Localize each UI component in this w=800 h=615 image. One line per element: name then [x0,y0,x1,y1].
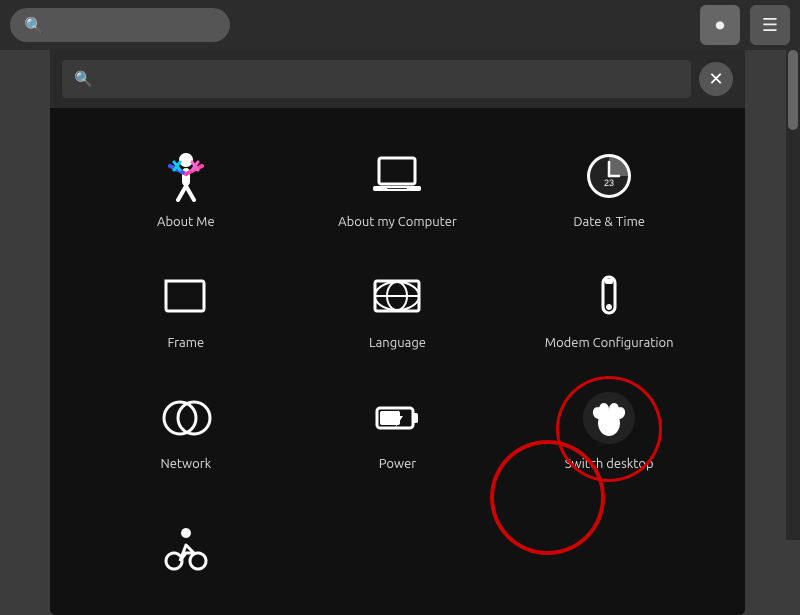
menu-icon: ☰ [762,15,778,36]
grid-item-about-computer[interactable]: About my Computer [292,128,504,249]
inner-search-icon: 🔍 [74,70,93,88]
grid-item-modem[interactable]: Modem Configuration [503,249,715,370]
grid-item-partial[interactable] [80,501,292,605]
about-me-icon [156,146,216,206]
laptop-icon [367,146,427,206]
clock-icon: 23 [579,146,639,206]
accessibility-icon [156,519,216,579]
close-icon: ✕ [708,69,723,90]
top-bar-right: ⏺ ☰ [700,5,790,45]
close-button[interactable]: ✕ [699,62,733,96]
modem-icon [579,267,639,327]
network-icon [156,388,216,448]
grid-item-power[interactable]: Power [292,370,504,491]
switch-desktop-label: Switch desktop [565,456,654,473]
modem-label: Modem Configuration [545,335,674,352]
grid: About Me About my Computer [50,108,745,501]
gnome-icon [579,388,639,448]
record-button[interactable]: ⏺ [700,5,740,45]
power-icon [367,388,427,448]
frame-icon [156,267,216,327]
menu-button[interactable]: ☰ [750,5,790,45]
search-input[interactable] [101,71,679,88]
date-time-label: Date & Time [573,214,645,231]
power-label: Power [379,456,416,473]
grid-item-frame[interactable]: Frame [80,249,292,370]
language-label: Language [369,335,426,352]
scrollbar-thumb[interactable] [788,50,798,130]
svg-text:23: 23 [604,178,614,188]
top-bar: 🔍 ⏺ ☰ [0,0,800,50]
globe-icon [367,267,427,327]
network-label: Network [160,456,211,473]
about-me-label: About Me [157,214,215,231]
inner-search-bar: 🔍 ✕ [50,50,745,108]
grid-item-language[interactable]: Language [292,249,504,370]
dropdown-panel: 🔍 ✕ [50,50,745,615]
frame-label: Frame [168,335,205,352]
search-input-wrap[interactable]: 🔍 [62,60,691,98]
record-icon: ⏺ [716,15,725,36]
top-search-icon: 🔍 [24,16,44,35]
grid-item-date-time[interactable]: 23 Date & Time [503,128,715,249]
grid-item-switch-desktop[interactable]: Switch desktop [503,370,715,491]
scrollbar-track[interactable] [786,50,800,540]
grid-item-network[interactable]: Network [80,370,292,491]
grid-item-about-me[interactable]: About Me [80,128,292,249]
about-computer-label: About my Computer [338,214,457,231]
top-search-box[interactable]: 🔍 [10,8,230,42]
